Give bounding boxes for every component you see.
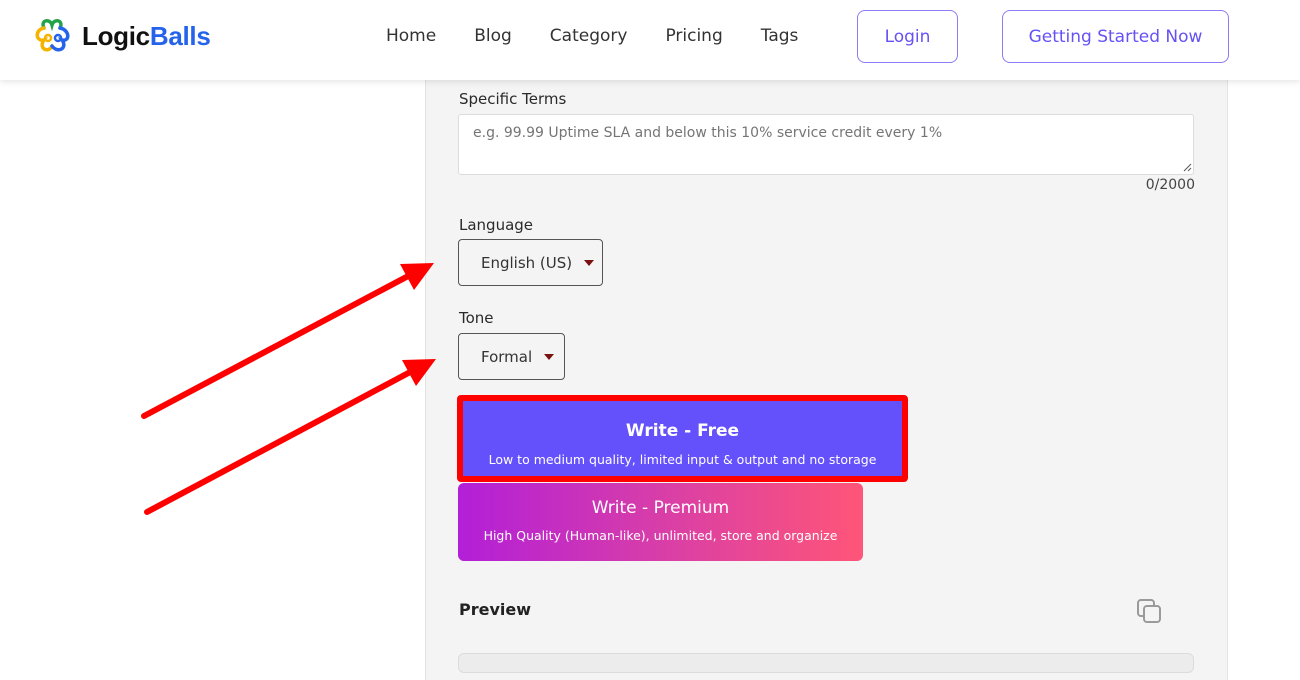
annotation-arrow-tone (144, 359, 436, 515)
tone-label: Tone (459, 309, 494, 327)
nav-tags[interactable]: Tags (761, 25, 799, 47)
resize-handle-icon[interactable] (1182, 162, 1192, 172)
language-selected-value: English (US) (481, 253, 573, 272)
nav-blog[interactable]: Blog (474, 25, 512, 47)
specific-terms-input[interactable] (458, 114, 1194, 175)
main-nav: Home Blog Category Pricing Tags (386, 25, 836, 47)
nav-home[interactable]: Home (386, 25, 436, 47)
copy-icon[interactable] (1136, 598, 1164, 626)
preview-heading: Preview (459, 600, 532, 619)
logo-text-balls: Balls (149, 20, 211, 51)
tone-select[interactable]: Formal (458, 333, 565, 380)
site-header: LogicBalls Home Blog Category Pricing Ta… (0, 0, 1300, 80)
write-free-title: Write - Free (625, 421, 740, 441)
nav-category[interactable]: Category (550, 25, 628, 47)
annotation-arrow-language (141, 263, 434, 419)
logicballs-logo-icon (35, 19, 70, 52)
logo[interactable]: LogicBalls (32, 16, 211, 56)
logo-text: LogicBalls (82, 21, 211, 52)
write-premium-title: Write - Premium (591, 498, 730, 518)
character-counter: 0/2000 (1145, 177, 1195, 193)
write-free-button[interactable]: Write - Free Low to medium quality, limi… (457, 395, 908, 482)
logo-text-logic: Logic (82, 20, 150, 51)
nav-pricing[interactable]: Pricing (665, 25, 722, 47)
specific-terms-label: Specific Terms (459, 90, 567, 108)
language-label: Language (459, 216, 534, 234)
write-free-subtitle: Low to medium quality, limited input & o… (488, 452, 877, 467)
login-button[interactable]: Login (857, 10, 958, 63)
caret-down-icon (584, 259, 595, 266)
write-premium-subtitle: High Quality (Human-like), unlimited, st… (483, 528, 838, 543)
language-select[interactable]: English (US) (458, 239, 603, 286)
write-premium-button[interactable]: Write - Premium High Quality (Human-like… (458, 483, 863, 561)
tone-selected-value: Formal (481, 347, 533, 366)
caret-down-icon (544, 353, 555, 360)
preview-output-box (458, 653, 1194, 673)
getting-started-button[interactable]: Getting Started Now (1002, 10, 1229, 63)
